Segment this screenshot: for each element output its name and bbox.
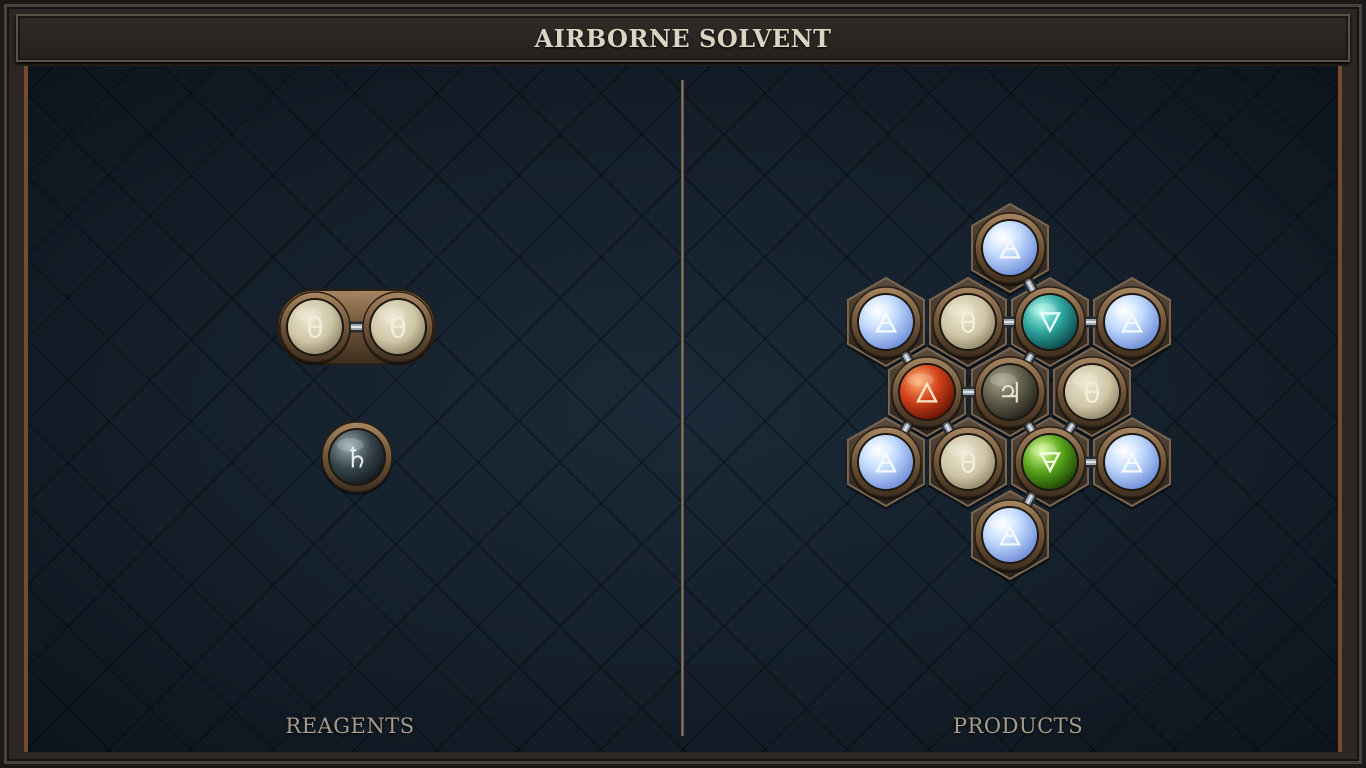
product-atom-salt: θ [1056,356,1128,430]
reagents-label: REAGENTS [285,714,415,738]
product-atom-salt: θ [932,286,1004,360]
earth-symbol-icon: 🜃 [1038,446,1063,479]
air-symbol-icon: 🜁 [874,446,899,479]
lead-symbol-icon: ♄ [344,441,369,474]
product-atom-earth: 🜃 [1014,426,1086,500]
air-symbol-icon: 🜁 [1120,306,1145,339]
salt-symbol-icon: θ [959,306,976,339]
product-atom-fire: 🜂 [891,356,963,430]
product-atom-air: 🜁 [850,426,922,500]
air-symbol-icon: 🜁 [998,519,1023,552]
product-atom-air: 🜁 [1096,286,1168,360]
atom-layer: θ θ ♄ 🜁 🜁 θ 🜄 🜁 🜂 ♃ θ 🜁 θ 🜃 🜁 🜁 [279,212,1168,573]
salt-symbol-icon: θ [1083,376,1100,409]
products-label: PRODUCTS [952,714,1084,738]
reagent-atom-lead: ♄ [321,421,393,495]
product-atom-air: 🜁 [850,286,922,360]
product-atom-salt: θ [932,426,1004,500]
molecule-canvas: θ θ ♄ 🜁 🜁 θ 🜄 🜁 🜂 ♃ θ 🜁 θ 🜃 🜁 🜁 [277,202,1172,583]
product-atom-air: 🜁 [1096,426,1168,500]
salt-symbol-icon: θ [959,446,976,479]
air-symbol-icon: 🜁 [1120,446,1145,479]
air-symbol-icon: 🜁 [874,306,899,339]
water-symbol-icon: 🜄 [1038,306,1063,339]
fire-symbol-icon: 🜂 [915,376,940,409]
reagent-atom-salt: θ [362,291,434,365]
product-atom-tin: ♃ [974,356,1046,430]
air-symbol-icon: 🜁 [998,232,1023,265]
salt-symbol-icon: θ [306,311,323,344]
product-atom-water: 🜄 [1014,286,1086,360]
tin-symbol-icon: ♃ [997,376,1022,409]
salt-symbol-icon: θ [389,311,406,344]
reagent-atom-salt: θ [279,291,351,365]
product-atom-air: 🜁 [974,212,1046,286]
product-atom-air: 🜁 [974,499,1046,573]
